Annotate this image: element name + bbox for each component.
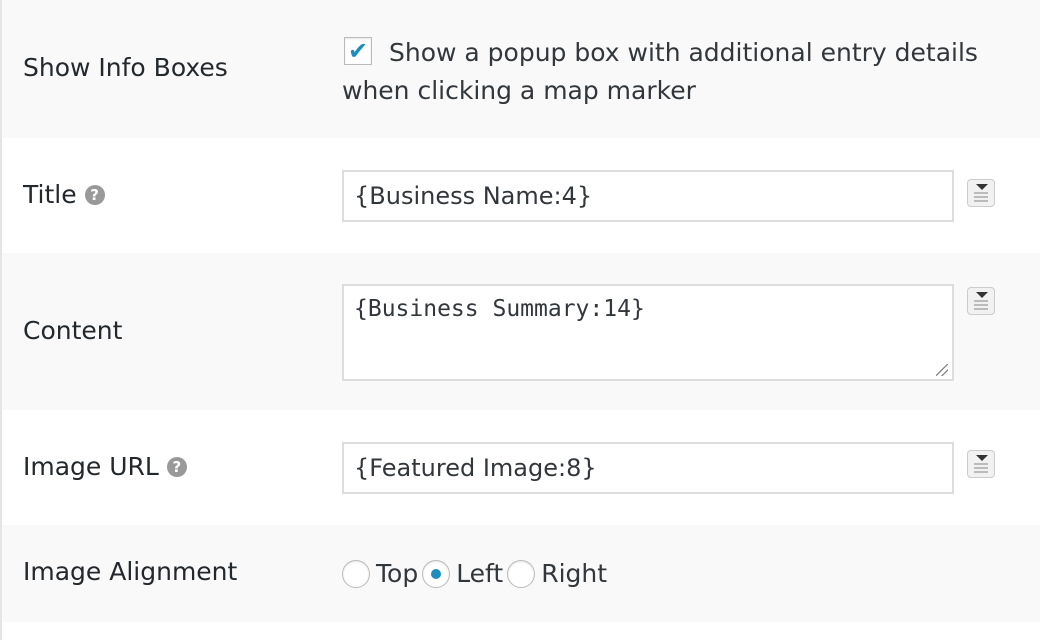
title-input-value: {Business Name:4} [354, 182, 593, 210]
help-icon[interactable]: ? [84, 184, 105, 205]
radio-option-right[interactable]: Right [507, 559, 607, 588]
radio-right-label: Right [541, 559, 608, 588]
title-label-text: Title [23, 180, 77, 209]
merge-tag-dropdown-icon[interactable] [967, 450, 995, 478]
merge-tag-dropdown-icon[interactable] [967, 179, 995, 207]
content-label: Content [23, 316, 123, 345]
image-url-input-value: {Featured Image:8} [354, 454, 597, 482]
radio-left[interactable] [422, 559, 451, 588]
show-info-boxes-description: Show a popup box with additional entry d… [342, 38, 978, 105]
content-textarea-value: {Business Summary:14} [354, 296, 645, 322]
image-alignment-radio-group: Top Left Right [342, 559, 611, 588]
image-url-input[interactable]: {Featured Image:8} [342, 442, 954, 494]
radio-option-left[interactable]: Left [422, 559, 503, 588]
resize-handle-icon[interactable] [936, 364, 948, 376]
radio-right[interactable] [507, 559, 536, 588]
radio-top-label: Top [376, 559, 419, 588]
image-url-label: Image URL ? [23, 452, 187, 481]
radio-top[interactable] [342, 559, 370, 588]
help-icon[interactable]: ? [166, 456, 187, 477]
radio-option-top[interactable]: Top [342, 559, 418, 588]
show-info-boxes-label: Show Info Boxes [23, 53, 228, 82]
image-url-label-text: Image URL [23, 452, 159, 481]
content-textarea[interactable]: {Business Summary:14} [342, 284, 954, 381]
title-label: Title ? [23, 180, 105, 209]
radio-left-label: Left [456, 559, 504, 588]
title-input[interactable]: {Business Name:4} [342, 170, 954, 222]
image-alignment-label: Image Alignment [23, 557, 238, 586]
merge-tag-dropdown-icon[interactable] [967, 287, 995, 315]
